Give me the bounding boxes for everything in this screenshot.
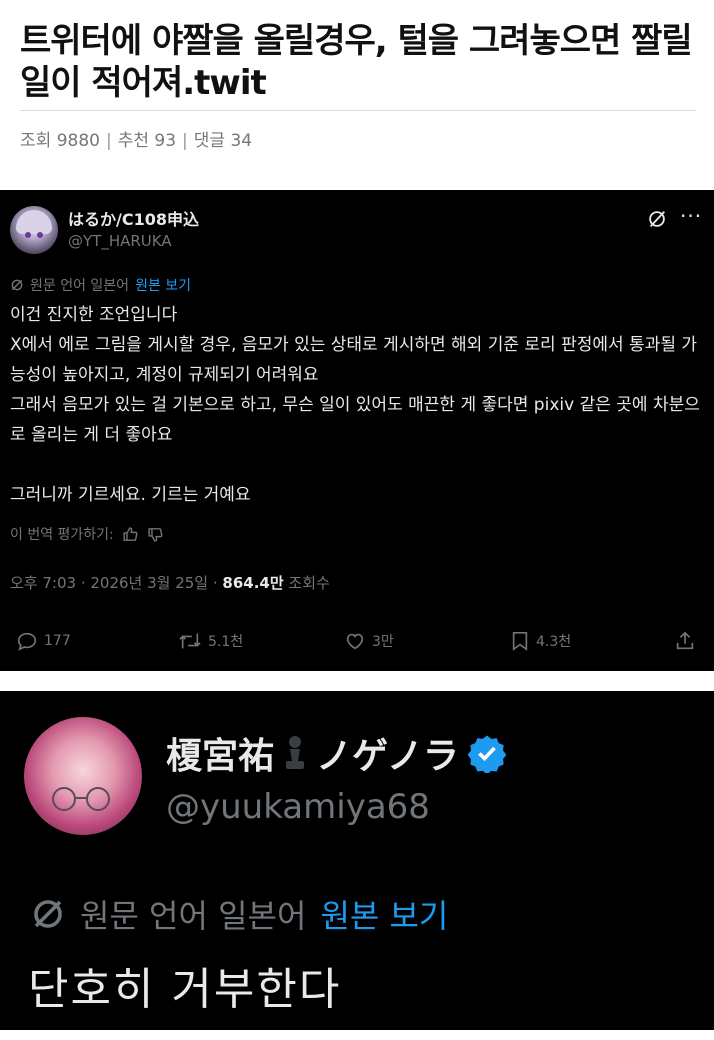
translate-icon [34,900,62,928]
recommend-count: 93 [154,131,177,151]
retweet-button[interactable]: 5.1천 [178,630,243,652]
display-name[interactable]: はるか/C108申込 [68,206,199,230]
reply-button[interactable]: 177 [16,630,71,652]
tweet-text: 단호히 거부한다 [28,964,342,1015]
bookmark-icon [512,632,528,651]
tweet-screenshot-2: 榎宮祐 ノゲノラ @yuukamiya68 원문 언어 일본어 원본 보기 단호… [0,691,714,1030]
comments-label: 댓글 [193,131,226,151]
views-count: 9880 [56,131,100,151]
view-original-link[interactable]: 원본 보기 [135,275,191,295]
tweet-meta: 오후 7:03 · 2026년 3월 25일 · 864.4만 조회수 [10,572,330,593]
translation-notice: 원문 언어 일본어 원본 보기 [10,275,191,295]
display-name-suffix: ノゲノラ [316,736,459,777]
display-name[interactable]: 榎宮祐 ノゲノラ [166,727,507,779]
grok-icon[interactable] [646,208,668,230]
retweet-count: 5.1천 [208,634,244,650]
view-original-link[interactable]: 원본 보기 [320,891,448,937]
post-title: 트위터에 야짤을 올릴경우, 털을 그려놓으면 짤릴 일이 적어져.twit [20,21,693,103]
rate-translation: 이 번역 평가하기: [10,524,164,544]
view-count-suffix: 조회수 [283,574,330,592]
view-count: 864.4만 [222,574,284,592]
reply-count: 177 [44,633,71,649]
bookmark-button[interactable]: 4.3천 [510,630,571,652]
translation-label: 원문 언어 일본어 [80,897,307,935]
more-icon[interactable]: ··· [680,204,702,228]
verified-badge-icon [467,735,507,773]
stats-separator: | [182,131,188,151]
title-divider [20,110,696,111]
rate-translation-label: 이 번역 평가하기: [10,527,114,543]
reply-icon [17,632,37,651]
thumbs-down-icon[interactable] [147,526,164,543]
user-handle[interactable]: @YT_HARUKA [68,232,172,250]
like-icon [346,633,364,650]
translate-icon [11,279,23,291]
avatar[interactable] [10,206,58,254]
translation-notice: 원문 언어 일본어 원본 보기 [30,891,448,937]
recommend-label: 추천 [117,131,149,151]
pawn-icon [286,736,305,769]
timestamp[interactable]: 오후 7:03 · 2026년 3월 25일 · [10,574,222,592]
share-icon [676,631,694,650]
like-count: 3만 [372,634,394,650]
user-handle[interactable]: @yuukamiya68 [166,787,430,827]
post-stats: 조회 9880 | 추천 93 | 댓글 34 [20,126,252,151]
like-button[interactable]: 3만 [344,630,394,652]
display-name-text: 榎宮祐 [166,736,275,777]
share-button[interactable] [674,630,696,652]
tweet-text: 이건 진지한 조언입니다 X에서 에로 그림을 게시할 경우, 음모가 있는 상… [10,305,700,505]
retweet-icon [179,633,201,649]
action-bar: 177 5.1천 3만 4.3천 [0,630,714,660]
views-label: 조회 [20,131,52,151]
thumbs-up-icon[interactable] [122,526,139,543]
comments-count: 34 [230,131,253,151]
tweet-screenshot-1: はるか/C108申込 @YT_HARUKA ··· 원문 언어 일본어 원본 보… [0,190,714,671]
avatar[interactable] [24,717,142,835]
bookmark-count: 4.3천 [536,634,572,650]
stats-separator: | [105,131,112,151]
translation-label: 원문 언어 일본어 [30,278,130,294]
